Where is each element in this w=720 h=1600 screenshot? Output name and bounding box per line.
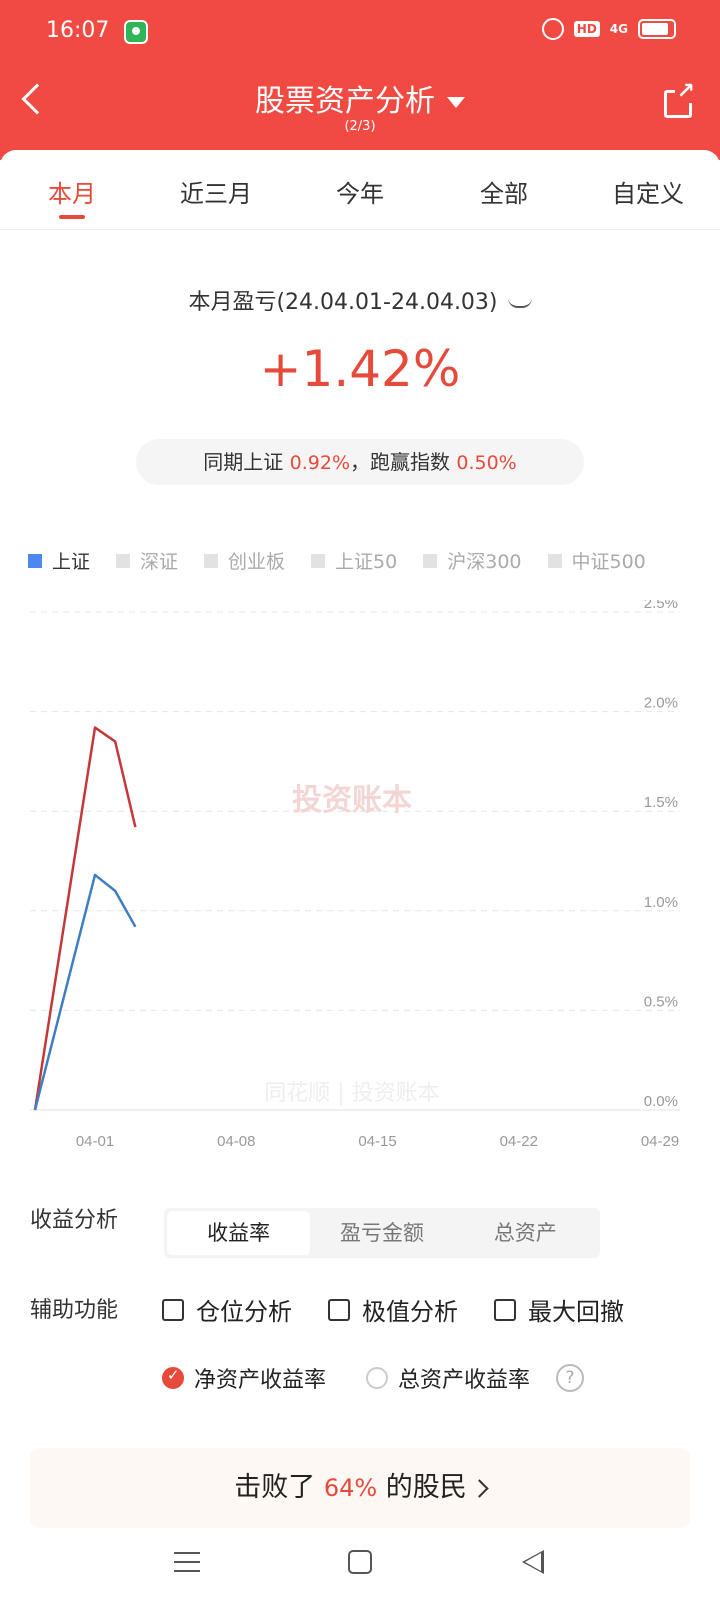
- nav-back-icon[interactable]: [522, 1550, 544, 1574]
- page-indicator: (2/3): [344, 119, 376, 134]
- radio-dot[interactable]: [366, 1367, 389, 1389]
- radio-total-asset-return[interactable]: 总资产收益率: [366, 1362, 530, 1394]
- beat-value: 64%: [323, 1474, 378, 1502]
- analysis-label: 收益分析: [30, 1208, 119, 1233]
- y-tick-label: 2.5%: [644, 600, 678, 612]
- y-tick-label: 0.0%: [644, 1093, 678, 1110]
- chevron-right-icon: [470, 1479, 489, 1498]
- return-percent: +1.42%: [259, 340, 461, 398]
- x-tick-label: 04-22: [500, 1133, 538, 1150]
- rate-type-radios: 净资产收益率 总资产收益率 ?: [162, 1362, 585, 1394]
- index-legend: 上证 深证 创业板 上证50 沪深300 中证500: [28, 547, 646, 574]
- legend-swatch: [116, 553, 131, 568]
- legend-label: 创业板: [228, 551, 286, 573]
- legend-label: 深证: [140, 551, 179, 573]
- legend-swatch: [423, 553, 438, 568]
- period-tabs: 本月 近三月 今年 全部 自定义: [0, 150, 720, 230]
- radio-label: 净资产收益率: [194, 1368, 327, 1393]
- beat-banner[interactable]: 击败了 64% 的股民: [30, 1448, 690, 1528]
- check-max-drawdown[interactable]: 最大回撤: [494, 1292, 624, 1327]
- return-chart[interactable]: 0.0% 0.5% 1.0% 1.5% 2.0% 2.5% 04-01 04-08 04-15 0…: [0, 600, 720, 1180]
- compare-prefix: 同期上证: [203, 450, 284, 474]
- y-tick-label: 1.0%: [644, 894, 678, 911]
- header-bar: 16:07 HD 4G 股票资产分析 (2/3): [0, 0, 720, 160]
- beat-index-value: 0.50%: [456, 452, 517, 474]
- option-total-assets[interactable]: 总资产: [454, 1211, 597, 1255]
- analysis-toggle: 收益率 盈亏金额 总资产: [164, 1208, 600, 1258]
- watermark-text: 投资账本: [292, 783, 412, 818]
- legend-item-sh[interactable]: 上证: [28, 547, 90, 574]
- checkbox[interactable]: [328, 1298, 350, 1321]
- legend-label: 沪深300: [447, 551, 522, 573]
- page-title-text: 股票资产分析: [255, 84, 435, 119]
- status-time: 16:07: [46, 18, 110, 43]
- y-tick-label: 0.5%: [644, 993, 678, 1010]
- legend-label: 上证: [52, 551, 91, 573]
- aux-checks: 仓位分析 极值分析 最大回撤: [162, 1292, 624, 1327]
- period-label: 本月盈亏(24.04.01-24.04.03): [0, 284, 720, 316]
- check-label: 最大回撤: [528, 1298, 624, 1326]
- x-tick-label: 04-01: [76, 1133, 114, 1150]
- index-return-value: 0.92%: [289, 452, 350, 474]
- legend-item-sz[interactable]: 深证: [116, 547, 178, 574]
- battery-icon: [638, 19, 676, 39]
- x-tick-label: 04-15: [358, 1133, 396, 1150]
- checkbox[interactable]: [494, 1298, 516, 1321]
- option-return-rate[interactable]: 收益率: [167, 1211, 311, 1255]
- share-icon[interactable]: [664, 81, 697, 118]
- y-tick-label: 2.0%: [644, 695, 678, 712]
- option-profit-amount[interactable]: 盈亏金额: [310, 1211, 453, 1255]
- caret-down-icon[interactable]: [447, 97, 465, 108]
- eye-closed-icon[interactable]: [507, 298, 532, 308]
- check-label: 仓位分析: [196, 1298, 292, 1326]
- page-title[interactable]: 股票资产分析: [0, 76, 720, 120]
- series-line-1: [33, 873, 137, 1111]
- legend-item-cyb[interactable]: 创业板: [204, 547, 285, 574]
- aux-label: 辅助功能: [30, 1298, 119, 1323]
- security-shield-icon: [124, 20, 148, 44]
- beat-prefix: 击败了: [234, 1472, 316, 1503]
- help-icon[interactable]: ?: [556, 1364, 585, 1392]
- check-position-analysis[interactable]: 仓位分析: [162, 1292, 292, 1327]
- hd-icon: HD: [573, 21, 600, 37]
- alarm-icon: [541, 18, 564, 40]
- status-bar: 16:07 HD 4G: [0, 0, 720, 62]
- tab-three-months[interactable]: 近三月: [144, 150, 288, 229]
- legend-item-zz500[interactable]: 中证500: [547, 547, 646, 574]
- legend-swatch: [204, 553, 219, 568]
- period-label-text: 本月盈亏(24.04.01-24.04.03): [188, 290, 498, 315]
- legend-item-hs300[interactable]: 沪深300: [423, 547, 522, 574]
- tab-this-month[interactable]: 本月: [0, 150, 144, 229]
- y-tick-label: 1.5%: [644, 794, 678, 811]
- check-extreme-analysis[interactable]: 极值分析: [328, 1292, 458, 1327]
- x-tick-label: 04-29: [641, 1133, 679, 1150]
- tab-this-year[interactable]: 今年: [288, 150, 432, 229]
- index-compare: 同期上证 0.92%，跑赢指数 0.50%: [136, 439, 584, 485]
- checkbox[interactable]: [162, 1298, 184, 1321]
- tab-all[interactable]: 全部: [432, 150, 576, 229]
- status-icons: HD 4G: [541, 18, 676, 40]
- check-label: 极值分析: [362, 1298, 458, 1326]
- signal-icon: 4G: [609, 22, 628, 36]
- radio-net-asset-return[interactable]: 净资产收益率: [162, 1362, 326, 1394]
- beat-suffix: 的股民: [385, 1472, 467, 1503]
- radio-dot[interactable]: [162, 1366, 184, 1389]
- legend-swatch: [28, 553, 42, 568]
- compare-mid: ，跑赢指数: [350, 450, 450, 474]
- system-nav-bar: [0, 1530, 720, 1600]
- tab-custom[interactable]: 自定义: [576, 150, 720, 229]
- watermark-footer: 同花顺 | 投资账本: [264, 1081, 439, 1106]
- legend-swatch: [547, 553, 562, 568]
- legend-label: 上证50: [335, 551, 398, 573]
- x-tick-label: 04-08: [217, 1133, 255, 1150]
- radio-label: 总资产收益率: [398, 1368, 531, 1393]
- legend-label: 中证500: [571, 551, 646, 573]
- menu-icon[interactable]: [174, 1552, 200, 1572]
- legend-swatch: [311, 553, 326, 568]
- home-icon[interactable]: [348, 1550, 372, 1574]
- legend-item-sh50[interactable]: 上证50: [311, 547, 397, 574]
